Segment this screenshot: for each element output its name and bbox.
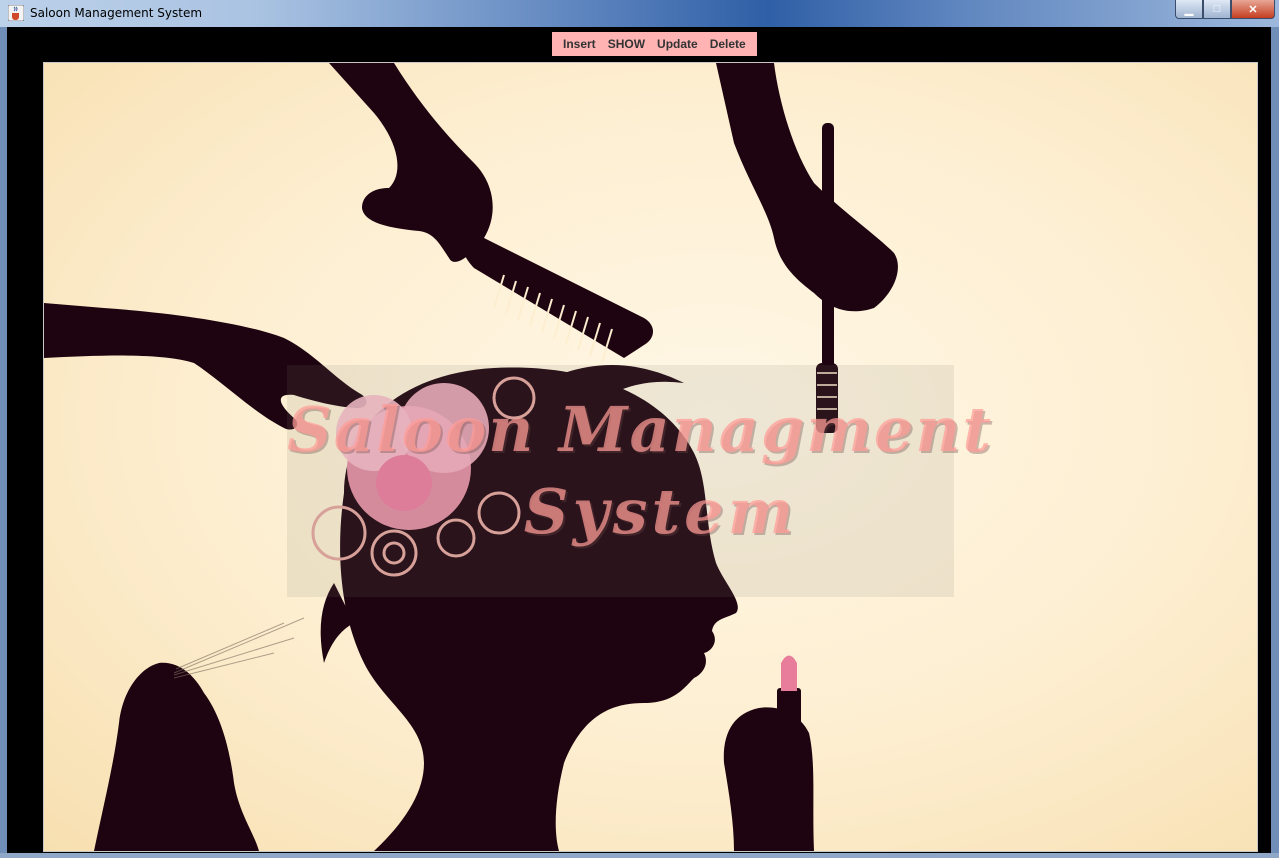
menu-delete[interactable]: Delete [704,37,752,51]
salon-background-image: Saloon Managment System [43,62,1258,852]
spray-hand-silhouette [94,662,259,851]
menu-bar: Insert SHOW Update Delete [552,32,757,56]
window-bottom-border [0,853,1279,858]
window-title-bar[interactable]: Saloon Management System ▁ □ ✕ [0,0,1279,27]
java-cup-icon [8,5,24,21]
menu-insert[interactable]: Insert [557,37,602,51]
minimize-icon: ▁ [1184,3,1194,16]
banner-line-2: System [523,475,798,548]
client-area: Insert SHOW Update Delete Saloon Managme… [7,27,1271,853]
title-banner: Saloon Managment System [287,365,994,597]
minimize-button[interactable]: ▁ [1175,0,1203,19]
close-icon: ✕ [1248,3,1258,16]
mascara-hand-silhouette [716,63,898,312]
banner-line-1: Saloon Managment [287,393,994,466]
menu-show[interactable]: SHOW [602,37,651,51]
close-button[interactable]: ✕ [1231,0,1275,19]
maximize-icon: □ [1213,3,1221,15]
maximize-button[interactable]: □ [1203,0,1231,19]
comb-icon [460,228,653,358]
menu-update[interactable]: Update [651,37,704,51]
lipstick-icon [781,655,797,691]
spray-mist [173,617,305,679]
lipstick-hand-silhouette [723,707,814,851]
window-title: Saloon Management System [30,6,203,20]
